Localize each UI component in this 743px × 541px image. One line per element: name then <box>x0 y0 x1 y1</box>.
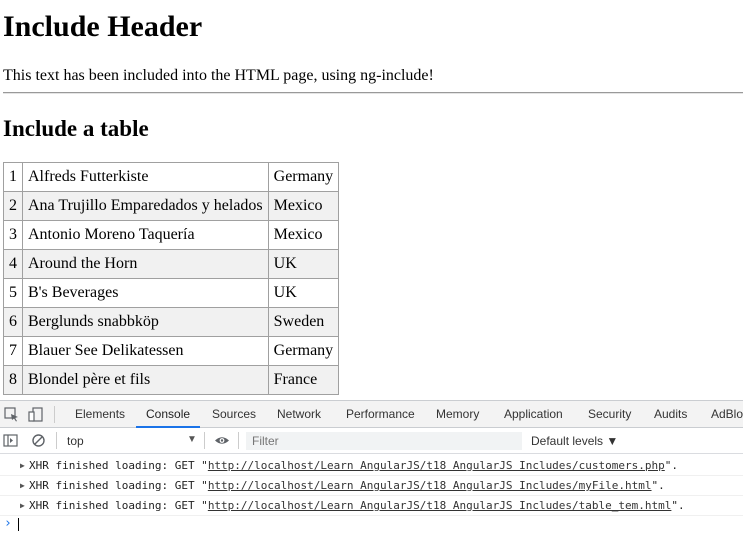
customer-name-cell: Antonio Moreno Taquería <box>22 220 269 250</box>
customer-name-cell: Berglunds snabbköp <box>22 307 269 337</box>
console-message-text: XHR finished loading: GET "http://localh… <box>29 456 678 476</box>
table-row: 4 Around the Horn UK <box>3 249 340 279</box>
country-cell: UK <box>267 249 340 279</box>
table-row: 3 Antonio Moreno Taquería Mexico <box>3 220 340 250</box>
tab-sources[interactable]: Sources <box>212 401 256 428</box>
country-cell: Mexico <box>267 220 340 250</box>
filter-divider-3 <box>238 432 239 449</box>
sidebar-toggle-icon[interactable] <box>3 433 19 448</box>
eye-icon[interactable] <box>214 433 230 448</box>
clear-console-icon[interactable] <box>31 433 47 448</box>
row-number-cell: 6 <box>3 307 23 337</box>
toolbar-divider <box>54 406 55 423</box>
message-suffix: ". <box>651 479 665 492</box>
table-row: 5 B's Beverages UK <box>3 278 340 308</box>
console-message-text: XHR finished loading: GET "http://localh… <box>29 496 685 516</box>
console-input-caret[interactable] <box>18 518 19 531</box>
console-filter-input[interactable] <box>246 432 522 450</box>
request-url-link[interactable]: http://localhost/Learn AngularJS/t18 Ang… <box>208 479 652 492</box>
horizontal-rule <box>3 92 743 94</box>
console-message-text: XHR finished loading: GET "http://localh… <box>29 476 665 496</box>
expand-triangle-icon[interactable]: ▶ <box>20 476 25 496</box>
filter-divider-2 <box>204 432 205 449</box>
console-message: ▶ XHR finished loading: GET "http://local… <box>0 476 743 496</box>
table-row: 7 Blauer See Delikatessen Germany <box>3 336 340 366</box>
devtools-panel: Elements Console Sources Network Performance… <box>0 400 743 541</box>
device-toolbar-icon[interactable] <box>28 407 44 422</box>
country-cell: Germany <box>267 336 340 366</box>
filter-divider <box>56 432 57 449</box>
tab-security[interactable]: Security <box>588 401 631 428</box>
customer-name-cell: Alfreds Futterkiste <box>22 162 269 192</box>
row-number-cell: 4 <box>3 249 23 279</box>
country-cell: Sweden <box>267 307 340 337</box>
row-number-cell: 7 <box>3 336 23 366</box>
message-prefix: XHR finished loading: GET " <box>29 479 208 492</box>
table-row: 6 Berglunds snabbköp Sweden <box>3 307 340 337</box>
row-number-cell: 3 <box>3 220 23 250</box>
console-prompt-icon: › <box>4 516 12 531</box>
country-cell: Germany <box>267 162 340 192</box>
inspect-icon[interactable] <box>4 407 20 422</box>
tab-memory[interactable]: Memory <box>436 401 479 428</box>
message-prefix: XHR finished loading: GET " <box>29 459 208 472</box>
tab-performance[interactable]: Performance <box>346 401 415 428</box>
customer-name-cell: Blondel père et fils <box>22 365 269 395</box>
included-paragraph: This text has been included into the HTM… <box>3 67 434 84</box>
message-suffix: ". <box>671 499 685 512</box>
country-cell: UK <box>267 278 340 308</box>
table-row: 8 Blondel père et fils France <box>3 365 340 395</box>
devtools-tab-bar: Elements Console Sources Network Performance… <box>0 400 743 428</box>
message-prefix: XHR finished loading: GET " <box>29 499 208 512</box>
context-dropdown-icon[interactable]: ▼ <box>187 434 197 445</box>
customer-name-cell: Around the Horn <box>22 249 269 279</box>
row-number-cell: 8 <box>3 365 23 395</box>
country-cell: France <box>267 365 340 395</box>
customer-name-cell: Ana Trujillo Emparedados y helados <box>22 191 269 221</box>
tab-console[interactable]: Console <box>136 401 201 428</box>
table-heading: Include a table <box>3 116 149 141</box>
tab-audits[interactable]: Audits <box>654 401 687 428</box>
log-levels-dropdown[interactable]: Default levels ▼ <box>531 434 618 448</box>
table-row: 2 Ana Trujillo Emparedados y helados Mexic… <box>3 191 340 221</box>
row-number-cell: 1 <box>3 162 23 192</box>
expand-triangle-icon[interactable]: ▶ <box>20 496 25 516</box>
console-output: ▶ XHR finished loading: GET "http://local… <box>0 454 743 541</box>
tab-adblock[interactable]: AdBlock <box>711 401 743 428</box>
expand-triangle-icon[interactable]: ▶ <box>20 456 25 476</box>
customer-name-cell: Blauer See Delikatessen <box>22 336 269 366</box>
tab-application[interactable]: Application <box>504 401 563 428</box>
tab-network[interactable]: Network <box>277 401 321 428</box>
table-row: 1 Alfreds Futterkiste Germany <box>3 162 340 192</box>
row-number-cell: 2 <box>3 191 23 221</box>
request-url-link[interactable]: http://localhost/Learn AngularJS/t18 Ang… <box>208 459 665 472</box>
customer-name-cell: B's Beverages <box>22 278 269 308</box>
tab-elements[interactable]: Elements <box>75 401 125 428</box>
web-page: Include Header This text has been includ… <box>0 0 743 400</box>
console-message: ▶ XHR finished loading: GET "http://local… <box>0 456 743 476</box>
message-suffix: ". <box>664 459 679 472</box>
context-selector[interactable]: top <box>67 434 84 448</box>
customers-table: 1 Alfreds Futterkiste Germany 2 Ana Trujillo… <box>3 162 340 395</box>
console-filter-bar: top ▼ Default levels ▼ <box>0 428 743 454</box>
console-message: ▶ XHR finished loading: GET "http://local… <box>0 496 743 516</box>
include-header-heading: Include Header <box>3 10 203 43</box>
request-url-link[interactable]: http://localhost/Learn AngularJS/t18 Ang… <box>208 499 672 512</box>
country-cell: Mexico <box>267 191 340 221</box>
row-number-cell: 5 <box>3 278 23 308</box>
